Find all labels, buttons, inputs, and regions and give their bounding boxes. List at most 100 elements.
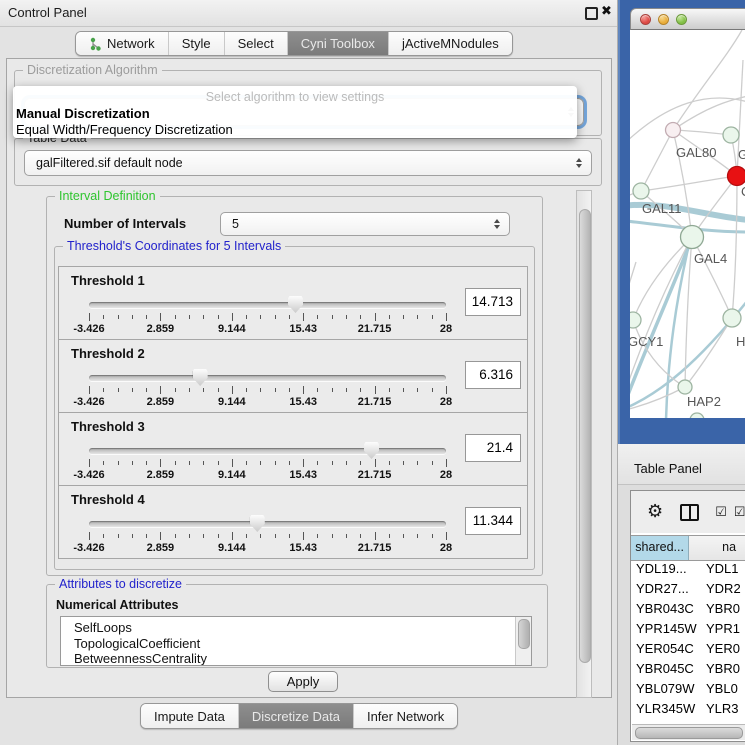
columns-icon[interactable] [680,504,699,521]
column-header-shared-name[interactable]: shared... [631,536,689,560]
threshold-value-field[interactable]: 14.713 [465,288,521,316]
threshold-box: Threshold 3-3.4262.8599.14415.4321.71528… [58,412,528,486]
tab-style[interactable]: Style [169,32,225,55]
threshold-slider-track[interactable] [89,302,446,308]
network-node[interactable] [723,309,741,327]
tab-impute-data[interactable]: Impute Data [141,704,239,728]
spinner-arrows-icon [494,219,500,229]
minimize-traffic-light-icon[interactable] [658,14,669,25]
table-data-select[interactable]: galFiltered.sif default node [24,150,592,176]
list-scrollbar[interactable] [515,617,531,665]
tab-cyni-toolbox[interactable]: Cyni Toolbox [288,32,389,55]
network-node[interactable] [633,183,649,199]
list-item[interactable]: TopologicalCoefficient [61,636,515,652]
column-header-name[interactable]: na [689,536,745,560]
tab-infer-network[interactable]: Infer Network [354,704,457,728]
slider-tick-labels: -3.4262.8599.14415.4321.71528 [89,396,446,408]
list-item[interactable]: SelfLoops [61,620,515,636]
table-row[interactable]: YPR145WYPR1 [631,621,745,641]
threshold-value-field[interactable]: 11.344 [465,507,521,535]
network-node[interactable] [666,123,681,138]
threshold-slider-thumb[interactable] [193,369,208,386]
list-item[interactable]: BetweennessCentrality [61,651,515,666]
network-edge[interactable] [641,176,737,191]
close-traffic-light-icon[interactable] [640,14,651,25]
checkbox-icon[interactable]: ☑ [734,506,745,519]
panel-scrollbar[interactable] [576,190,592,698]
cell-name: YBL0 [698,681,738,701]
network-node[interactable] [723,127,739,143]
table-row[interactable]: YER054CYER0 [631,641,745,661]
apply-button[interactable]: Apply [268,671,338,692]
table-hscrollbar[interactable] [632,724,745,740]
num-intervals-spinner[interactable]: 5 [220,212,510,236]
float-window-icon[interactable] [585,7,598,20]
gear-icon[interactable]: ⚙ [647,503,663,521]
network-edge[interactable] [630,98,745,152]
tab-select[interactable]: Select [225,32,288,55]
cell-name: YPR1 [698,621,740,641]
cell-shared-name: YBR045C [631,661,698,681]
combo-arrows-icon [576,158,582,168]
threshold-slider-thumb[interactable] [250,515,265,532]
network-window-titlebar[interactable] [630,8,745,30]
network-edge[interactable] [673,30,742,130]
tab-discretize-data[interactable]: Discretize Data [239,704,354,728]
network-node[interactable] [630,312,641,328]
network-canvas[interactable]: GAL80GACGAL11GAL4GCY1HHAP2 [630,30,745,418]
threshold-value-field[interactable]: 6.316 [465,361,521,389]
node-label: H [736,334,745,349]
group-label: Interval Definition [55,189,160,204]
list-scrollbar-thumb[interactable] [518,619,530,649]
network-window: GAL80GACGAL11GAL4GCY1HHAP2 [618,0,745,444]
dropdown-item-manual-discretization[interactable]: Manual Discretization [16,106,150,121]
network-edge[interactable] [641,130,673,191]
network-node[interactable] [681,226,704,249]
tab-label: Network [107,36,155,51]
cell-shared-name: YBR043C [631,601,698,621]
threshold-slider-thumb[interactable] [364,442,379,459]
network-graph[interactable]: GAL80GACGAL11GAL4GCY1HHAP2 [630,30,745,418]
slider-tick-labels: -3.4262.8599.14415.4321.71528 [89,323,446,335]
table-row[interactable]: YDR27...YDR2 [631,581,745,601]
threshold-value-field[interactable]: 21.4 [465,434,521,462]
network-edge[interactable] [732,176,737,318]
close-icon[interactable]: ✖ [601,4,612,19]
network-edge[interactable] [692,237,732,318]
threshold-slider-track[interactable] [89,448,446,454]
threshold-slider-track[interactable] [89,375,446,381]
app-root: Control Panel ✖ Network Style Select [0,0,745,745]
table-row[interactable]: YBL079WYBL0 [631,681,745,701]
table-row[interactable]: YDL19...YDL1 [631,561,745,581]
cell-name: YDR2 [698,581,741,601]
node-label: HAP2 [687,394,721,409]
table-rows: YDL19...YDL1YDR27...YDR2YBR043CYBR0YPR14… [631,561,745,741]
network-node[interactable] [690,413,704,418]
cell-shared-name: YDR27... [631,581,698,601]
cell-shared-name: YPR145W [631,621,698,641]
table-row[interactable]: YLR345WYLR3 [631,701,745,721]
table-hscrollbar-thumb[interactable] [635,727,743,739]
tab-jactivemnodules[interactable]: jActiveMNodules [389,32,512,55]
node-label: GAL11 [642,201,682,216]
panel-scrollbar-thumb[interactable] [579,209,591,663]
slider-ticks [89,386,446,395]
network-edge[interactable] [685,318,732,387]
tab-network[interactable]: Network [76,32,169,55]
network-node[interactable] [728,167,745,186]
algorithm-dropdown-popup: Select algorithm to view settings Manual… [13,86,577,138]
network-node[interactable] [678,380,692,394]
threshold-slider-track[interactable] [89,521,446,527]
network-edge[interactable] [633,320,685,387]
zoom-traffic-light-icon[interactable] [676,14,687,25]
cell-name: YDL1 [698,561,739,581]
node-label: GAL80 [676,145,716,160]
table-row[interactable]: YBR043CYBR0 [631,601,745,621]
checkbox-icon[interactable]: ☑ [715,506,727,519]
table-row[interactable]: YBR045CYBR0 [631,661,745,681]
network-edge[interactable] [673,130,731,135]
tab-label: Cyni Toolbox [301,36,375,51]
numerical-attributes-list: SelfLoopsTopologicalCoefficientBetweenne… [60,616,532,666]
dropdown-item-equal-width-frequency[interactable]: Equal Width/Frequency Discretization [16,122,233,137]
threshold-slider-thumb[interactable] [288,296,303,313]
